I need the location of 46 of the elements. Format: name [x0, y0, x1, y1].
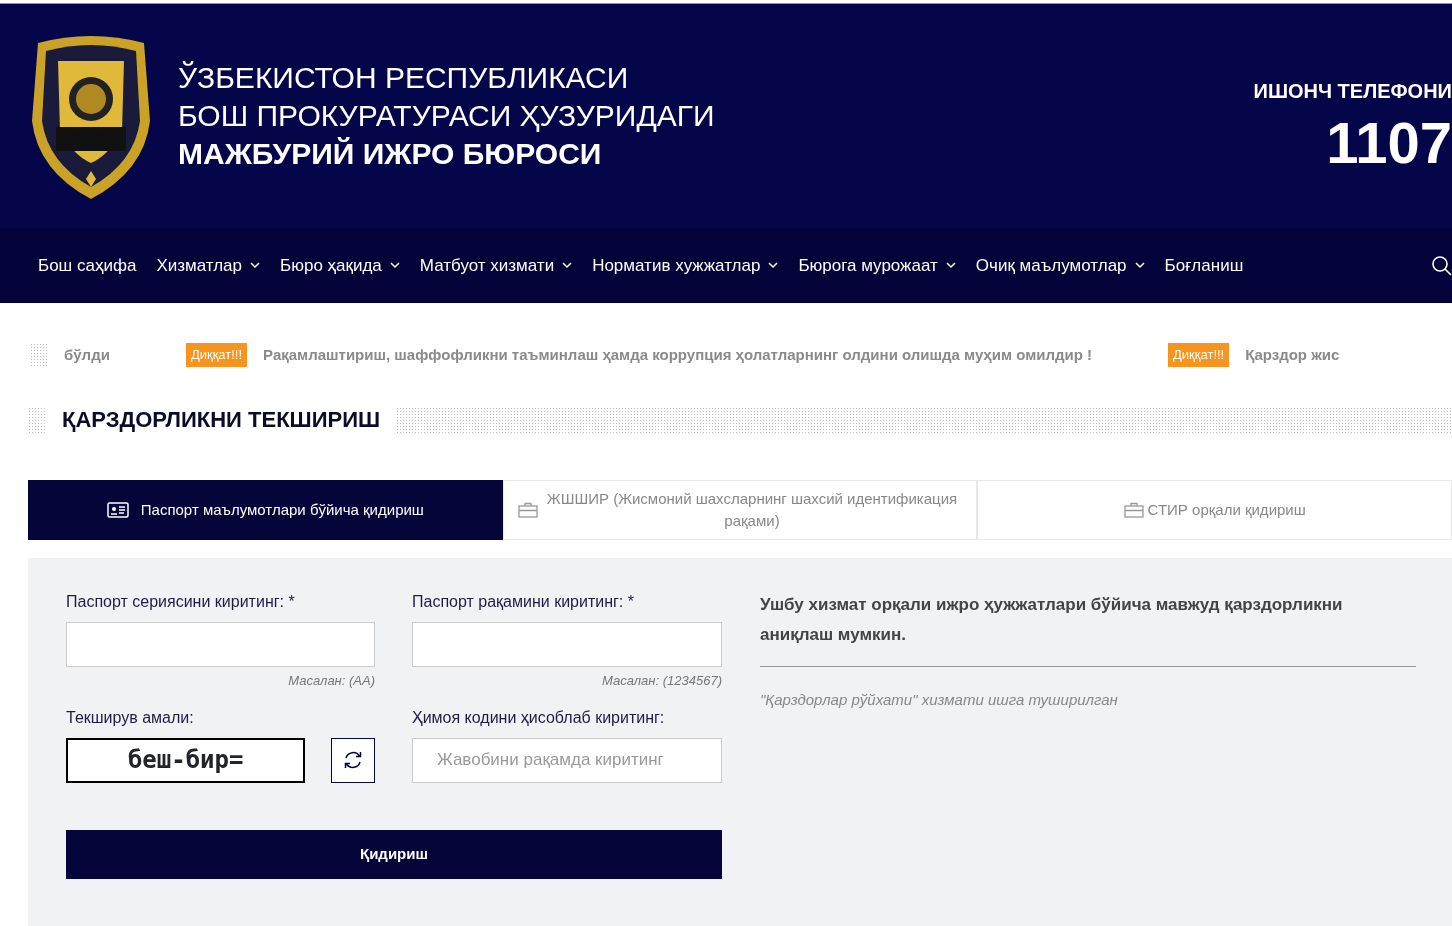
info-text: Ушбу хизмат орқали ижро ҳужжатлари бўйича мавжуд қарздорликни аниқлаш мумкин. [760, 594, 1344, 646]
field-label: Ҳимоя кодини ҳисоблаб киритинг: [412, 707, 666, 728]
hotline-label: ИШОНЧ ТЕЛЕФОНИ [1253, 78, 1452, 104]
ticker-text: бўлди [64, 344, 110, 365]
attention-badge: Диққат!!! [1168, 343, 1230, 367]
nav-link[interactable]: Бош саҳифа [38, 252, 137, 279]
input-field[interactable]: Жавобини рақамда киритинг [412, 737, 722, 783]
id-card-icon [106, 502, 129, 518]
chevron-down-icon [389, 262, 400, 269]
tab[interactable]: ЖШШИР (Жисмоний шахсларнинг шахсий идентификация рақами) [502, 480, 978, 540]
nav-link[interactable]: Хизматлар [156, 252, 260, 279]
tab[interactable]: Паспорт маълумотлари бўйича қидириш [28, 480, 503, 540]
chevron-down-icon [250, 262, 260, 269]
search-button[interactable]: Қидириш [66, 829, 722, 879]
info-note: "Қарздорлар рўйхати" хизмати ишга туширилган [760, 690, 1119, 710]
field-label: Паспорт рақамини киритинг: * [412, 592, 635, 612]
ticker-text: Қарздор жис [1245, 344, 1340, 365]
nav-link[interactable]: Норматив хужжатлар [592, 252, 779, 279]
hotline-number: 1107 [1325, 113, 1452, 172]
site-title-line: БОШ ПРОКУРАТУРАСИ ҲУЗУРИДАГИ [178, 97, 716, 134]
chevron-down-icon [1134, 262, 1145, 269]
attention-badge: Диққат!!! [185, 343, 248, 367]
captcha-image: беш-бир= [66, 737, 306, 783]
nav-link[interactable]: Боғланиш [1164, 252, 1244, 279]
input-field[interactable] [66, 622, 375, 667]
input-field[interactable] [412, 622, 722, 667]
nav-link[interactable]: Бюрога мурожаат [798, 252, 956, 279]
field-label: Текширув амали: [66, 707, 195, 728]
briefcase-icon [517, 502, 538, 518]
ticker-text: Рақамлаштириш, шаффофликни таъминлаш ҳамда коррупция ҳолатларнинг олдини олишда муҳим омилдир ! [263, 344, 1093, 365]
chevron-down-icon [768, 262, 779, 269]
field-hint: Масалан: (AA) [287, 672, 375, 690]
chevron-down-icon [945, 262, 956, 269]
search-icon[interactable] [1432, 255, 1452, 276]
chevron-down-icon [562, 262, 573, 269]
nav-link[interactable]: Матбуот хизмати [419, 252, 573, 279]
nav-link[interactable]: Бюро ҳақида [280, 252, 400, 279]
section-title: ҚАРЗДОРЛИКНИ ТЕКШИРИШ [62, 406, 381, 434]
field-label: Паспорт сериясини киритинг: * [66, 592, 296, 612]
refresh-button[interactable] [331, 737, 375, 783]
site-title-line: ЎЗБЕКИСТОН РЕСПУБЛИКАСИ [178, 59, 630, 96]
tab[interactable]: СТИР орқали қидириш [977, 480, 1452, 540]
site-title-line: МАЖБУРИЙ ИЖРО БЮРОСИ [178, 135, 603, 172]
nav-link[interactable]: Очиқ маълумотлар [975, 252, 1145, 279]
field-hint: Масалан: (1234567) [601, 672, 722, 690]
briefcase-icon [1123, 502, 1144, 518]
